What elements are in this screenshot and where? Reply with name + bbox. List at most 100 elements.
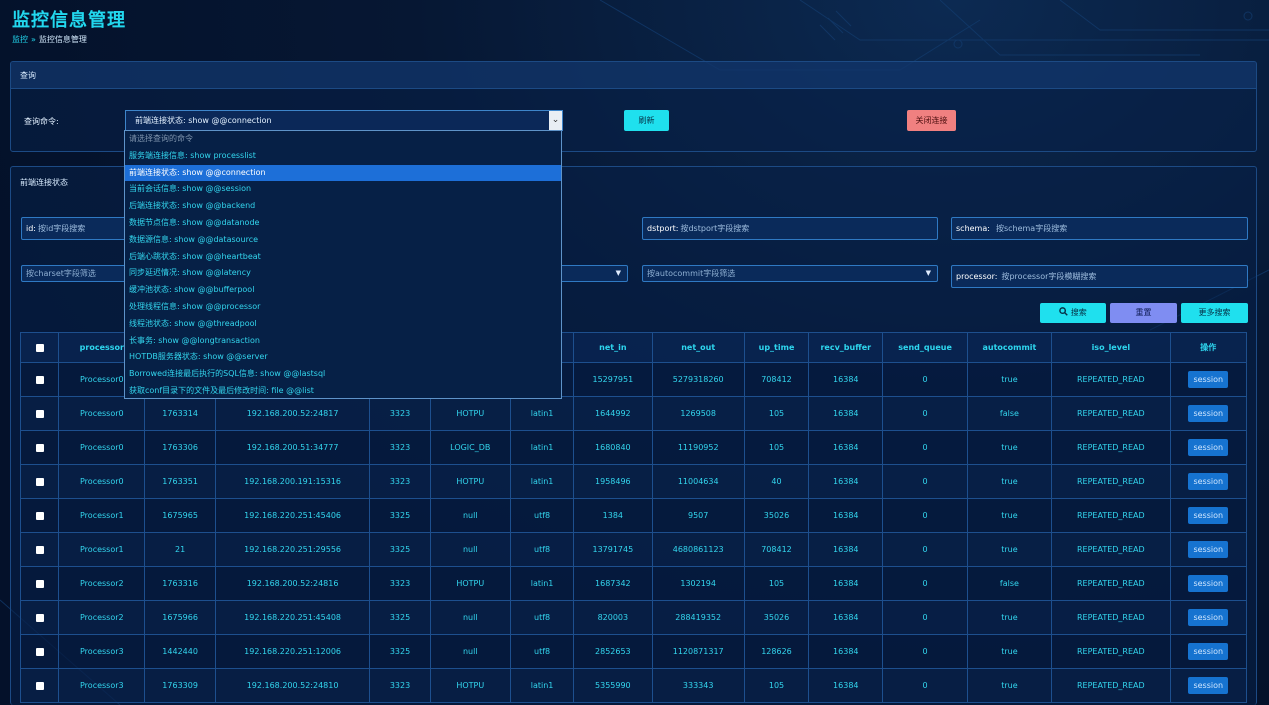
column-header[interactable]: net_in	[573, 332, 653, 363]
session-button[interactable]: session	[1188, 371, 1229, 388]
row-checkbox-cell[interactable]	[19, 362, 60, 397]
query-command-dropdown-list[interactable]: 请选择查询的命令 服务端连接信息: show processlist 前端连接状态:…	[124, 130, 562, 399]
table-row[interactable]: Processor2 1675966 192.168.220.251:45408 33…	[19, 600, 1248, 635]
session-button[interactable]: session	[1188, 405, 1229, 422]
table-row[interactable]: Processor0 1763314 192.168.200.52:24817 332…	[19, 396, 1248, 431]
row-checkbox[interactable]	[35, 613, 44, 622]
query-command-select[interactable]: 前端连接状态: show @@connection ⌄	[125, 110, 563, 131]
dropdown-placeholder-option[interactable]: 请选择查询的命令	[125, 131, 561, 148]
table-cell-recv-buffer: 16384	[808, 498, 884, 533]
row-checkbox[interactable]	[35, 681, 44, 690]
dropdown-option[interactable]: 当前会话信息: show @@session	[125, 181, 561, 198]
table-cell-host: 192.168.220.251:45406	[214, 498, 371, 533]
table-cell-iso-level: REPEATED_READ	[1051, 498, 1171, 533]
session-button[interactable]: session	[1188, 575, 1229, 592]
breadcrumb-root-link[interactable]: 监控	[12, 35, 28, 44]
column-header[interactable]: iso_level	[1051, 332, 1171, 363]
session-button[interactable]: session	[1188, 439, 1229, 456]
table-cell-up-time: 708412	[743, 532, 810, 567]
table-row[interactable]: Processor2 1763316 192.168.200.52:24816 332…	[19, 566, 1248, 601]
row-checkbox[interactable]	[35, 409, 44, 418]
dstport-search-field[interactable]: dstport: 按dstport字段搜索	[642, 217, 938, 240]
more-search-button[interactable]: 更多搜索	[1181, 303, 1248, 323]
row-checkbox-cell[interactable]	[19, 396, 60, 431]
column-header[interactable]: autocommit	[966, 332, 1053, 363]
table-cell-autocommit: true	[966, 362, 1053, 397]
dropdown-option[interactable]: 服务端连接信息: show processlist	[125, 148, 561, 165]
reset-button[interactable]: 重置	[1110, 303, 1177, 323]
dropdown-option[interactable]: 获取conf目录下的文件及最后修改时间: file @@list	[125, 383, 561, 400]
dropdown-option[interactable]: 处理线程信息: show @@processor	[125, 299, 561, 316]
dropdown-option[interactable]: Borrowed连接最后执行的SQL信息: show @@lastsql	[125, 366, 561, 383]
row-checkbox-cell[interactable]	[19, 668, 60, 703]
chevron-down-icon[interactable]: ⌄	[549, 111, 562, 130]
table-cell-net-out: 1302194	[651, 566, 745, 601]
table-cell-autocommit: true	[966, 498, 1053, 533]
session-button[interactable]: session	[1188, 643, 1229, 660]
dropdown-option[interactable]: 数据源信息: show @@datasource	[125, 232, 561, 249]
select-all-checkbox[interactable]	[35, 343, 44, 352]
table-cell-up-time: 105	[743, 668, 810, 703]
row-checkbox[interactable]	[35, 545, 44, 554]
table-cell-recv-buffer: 16384	[808, 430, 884, 465]
select-all-cell[interactable]	[19, 332, 60, 363]
dropdown-option[interactable]: 长事务: show @@longtransaction	[125, 333, 561, 350]
table-row[interactable]: Processor0 1763351 192.168.200.191:15316 33…	[19, 464, 1248, 499]
schema-search-field[interactable]: schema: 按schema字段搜索	[951, 217, 1248, 240]
row-checkbox-cell[interactable]	[19, 600, 60, 635]
dropdown-option[interactable]: 后端心跳状态: show @@heartbeat	[125, 249, 561, 266]
session-button[interactable]: session	[1188, 507, 1229, 524]
connection-panel-title: 前端连接状态	[20, 178, 68, 187]
row-checkbox[interactable]	[35, 647, 44, 656]
session-button[interactable]: session	[1188, 677, 1229, 694]
dropdown-option[interactable]: 线程池状态: show @@threadpool	[125, 316, 561, 333]
table-cell-recv-buffer: 16384	[808, 566, 884, 601]
column-header[interactable]: send_queue	[882, 332, 968, 363]
row-checkbox[interactable]	[35, 375, 44, 384]
table-cell-host: 192.168.220.251:12006	[214, 634, 371, 669]
row-checkbox-cell[interactable]	[19, 430, 60, 465]
session-button[interactable]: session	[1188, 609, 1229, 626]
row-checkbox[interactable]	[35, 443, 44, 452]
autocommit-filter-select[interactable]: 按autocommit字段筛选 ▼	[642, 265, 938, 282]
dropdown-option[interactable]: 缓冲池状态: show @@bufferpool	[125, 282, 561, 299]
row-checkbox[interactable]	[35, 579, 44, 588]
table-row[interactable]: Processor3 1763309 192.168.200.52:24810 332…	[19, 668, 1248, 703]
table-cell-processor: Processor2	[58, 600, 146, 635]
row-checkbox[interactable]	[35, 511, 44, 520]
table-cell-up-time: 105	[743, 566, 810, 601]
search-button[interactable]: 搜索	[1040, 303, 1106, 323]
row-checkbox-cell[interactable]	[19, 464, 60, 499]
table-cell-autocommit: true	[966, 634, 1053, 669]
column-header[interactable]: up_time	[743, 332, 810, 363]
table-cell-dstport: 3323	[369, 464, 431, 499]
row-checkbox-cell[interactable]	[19, 532, 60, 567]
column-header[interactable]: net_out	[651, 332, 745, 363]
table-cell-net-in: 15297951	[573, 362, 653, 397]
dropdown-option[interactable]: 后端连接状态: show @@backend	[125, 198, 561, 215]
row-checkbox[interactable]	[35, 477, 44, 486]
close-connection-button[interactable]: 关闭连接	[907, 110, 956, 131]
column-header[interactable]: recv_buffer	[808, 332, 884, 363]
dropdown-option[interactable]: 前端连接状态: show @@connection	[125, 164, 561, 182]
table-cell-net-in: 1384	[573, 498, 653, 533]
page-title: 监控信息管理	[12, 10, 126, 31]
dropdown-option[interactable]: 同步延迟情况: show @@latency	[125, 265, 561, 282]
processor-search-field[interactable]: processor: 按processor字段模糊搜索	[951, 265, 1248, 288]
dropdown-option[interactable]: 数据节点信息: show @@datanode	[125, 215, 561, 232]
row-checkbox-cell[interactable]	[19, 634, 60, 669]
session-button[interactable]: session	[1188, 473, 1229, 490]
action-cell: session	[1169, 634, 1248, 669]
table-row[interactable]: Processor0 1763306 192.168.200.51:34777 332…	[19, 430, 1248, 465]
table-row[interactable]: Processor1 1675965 192.168.220.251:45406 33…	[19, 498, 1248, 533]
table-cell-processor: Processor0	[58, 430, 146, 465]
row-checkbox-cell[interactable]	[19, 566, 60, 601]
session-button[interactable]: session	[1188, 541, 1229, 558]
refresh-button[interactable]: 刷新	[624, 110, 669, 131]
row-checkbox-cell[interactable]	[19, 498, 60, 533]
dropdown-option[interactable]: HOTDB服务器状态: show @@server	[125, 349, 561, 366]
table-row[interactable]: Processor1 21 192.168.220.251:29556 3325 nul…	[19, 532, 1248, 567]
table-cell-host: 192.168.200.51:34777	[214, 430, 371, 465]
table-row[interactable]: Processor3 1442440 192.168.220.251:12006 33…	[19, 634, 1248, 669]
table-cell-send-queue: 0	[882, 566, 968, 601]
